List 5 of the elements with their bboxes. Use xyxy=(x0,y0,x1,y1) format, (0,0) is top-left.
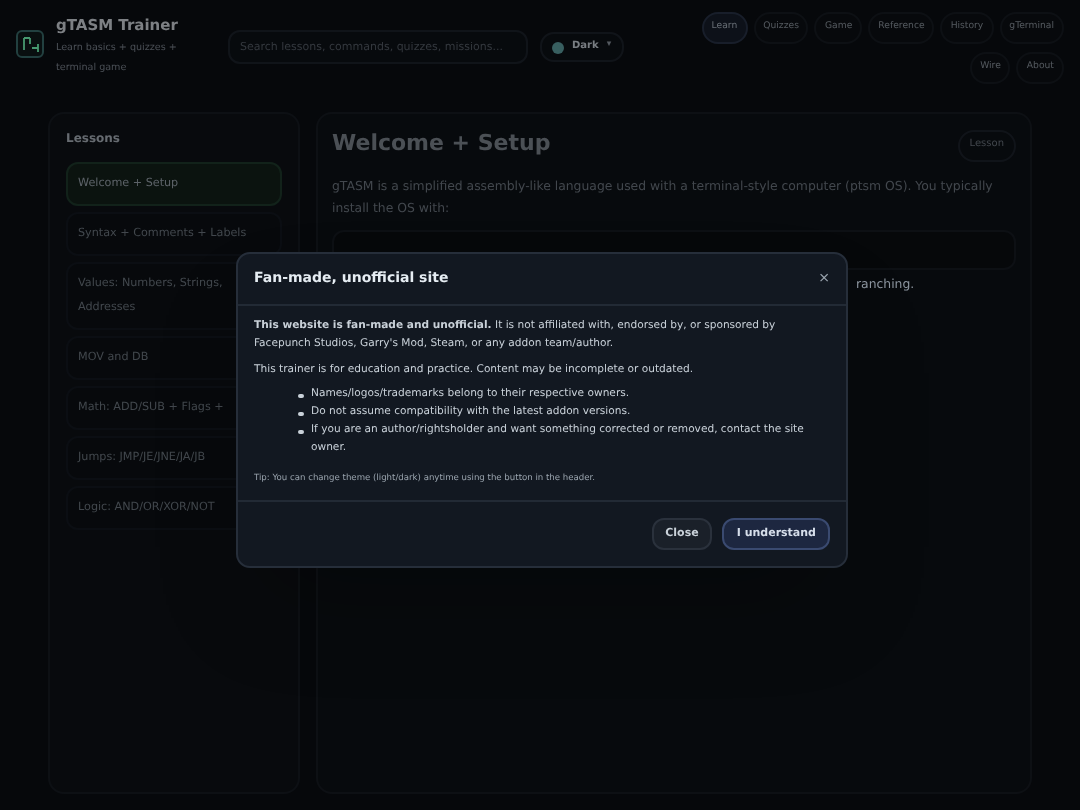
logo-icon xyxy=(16,30,44,58)
bullet-icon xyxy=(298,411,303,416)
bullet-icon xyxy=(298,429,303,434)
lesson-title: Welcome + Setup xyxy=(332,127,551,159)
bullet-icon xyxy=(298,393,303,398)
